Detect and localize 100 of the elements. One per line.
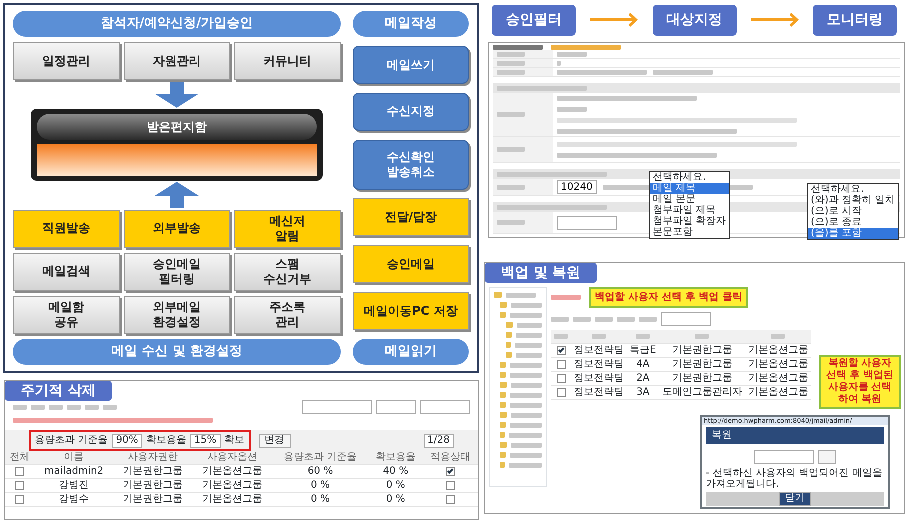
dropdown-field[interactable] bbox=[302, 400, 372, 414]
table-cell: 기본옵션그룹 bbox=[192, 492, 273, 506]
feature-tile: 자원관리 bbox=[124, 42, 230, 80]
blurred-text bbox=[497, 70, 525, 74]
dropdown-field[interactable] bbox=[420, 400, 470, 414]
user-select[interactable] bbox=[754, 450, 814, 464]
table-cell: 강병진 bbox=[34, 478, 114, 492]
status-checkbox[interactable] bbox=[446, 494, 456, 504]
blurred-text bbox=[554, 334, 568, 339]
table-cell: 60 % bbox=[272, 464, 369, 478]
blurred-text bbox=[639, 316, 657, 322]
blurred-text bbox=[636, 334, 650, 339]
row-checkbox[interactable] bbox=[15, 466, 24, 476]
blurred-text bbox=[551, 316, 569, 322]
blurred-text bbox=[516, 322, 542, 328]
dropdown-option[interactable]: 본문포함 bbox=[650, 227, 730, 238]
blurred-text bbox=[497, 112, 525, 117]
dropdown-option[interactable]: 첨부파일 확장자 bbox=[650, 216, 730, 227]
row-checkbox[interactable] bbox=[556, 360, 566, 369]
dropdown-option[interactable]: (으)로 종료 bbox=[808, 217, 898, 228]
dropdown-option[interactable]: 선택하세요. bbox=[808, 184, 898, 195]
blurred-text bbox=[49, 404, 63, 410]
row-checkbox[interactable] bbox=[556, 346, 566, 355]
blurred-text bbox=[497, 220, 525, 225]
threshold-select[interactable]: 90% bbox=[112, 434, 142, 448]
table-cell: 기본옵션그룹 bbox=[192, 464, 273, 478]
section-title: 주기적 삭제 bbox=[5, 381, 112, 401]
blurred-text bbox=[497, 184, 525, 190]
row-checkbox[interactable] bbox=[15, 480, 24, 490]
note-callout: 백업할 사용자 선택 후 백업 클릭 bbox=[589, 287, 748, 308]
size-input[interactable]: 10240 bbox=[557, 180, 597, 194]
dropdown-option[interactable]: (으)로 시작 bbox=[808, 206, 898, 217]
blurred-text bbox=[13, 404, 27, 410]
table-cell: 기본권한그룹 bbox=[113, 492, 193, 506]
table-cell: 강병수 bbox=[34, 492, 114, 506]
table-cell: 2A bbox=[627, 372, 660, 386]
blurred-text bbox=[516, 352, 542, 358]
close-button[interactable]: 닫기 bbox=[779, 492, 811, 506]
right-arrow-icon bbox=[590, 13, 638, 27]
restore-button[interactable] bbox=[818, 450, 836, 464]
dialog-title: 복원 bbox=[706, 427, 884, 444]
feature-tile: 메일검색 bbox=[13, 252, 120, 291]
banner: 메일읽기 bbox=[353, 338, 469, 365]
column-header: 적용상태 bbox=[423, 451, 478, 464]
column-header: 사용자옵션 bbox=[192, 451, 273, 464]
blurred-text bbox=[595, 316, 613, 322]
blurred-text bbox=[85, 404, 99, 410]
blurred-text bbox=[67, 404, 81, 410]
note-callout: 복원할 사용자 선택 후 백업된 사용자를 선택하여 복원 bbox=[819, 355, 901, 409]
dropdown-field[interactable] bbox=[661, 312, 711, 326]
dropdown-list[interactable]: 선택하세요. 메일 제목 메일 본문 첨부파일 제목 첨부파일 확장자 본문포함 bbox=[649, 171, 730, 239]
table-cell: mailadmin2 bbox=[34, 464, 114, 478]
dropdown-option[interactable]: 메일 본문 bbox=[650, 194, 730, 205]
table-cell: 기본옵션그룹 bbox=[745, 358, 812, 372]
dropdown-option[interactable]: (와)과 정확히 일치 bbox=[808, 195, 898, 206]
field-select[interactable] bbox=[557, 216, 617, 230]
table-cell: 4A bbox=[627, 358, 660, 372]
blurred-text bbox=[695, 334, 710, 339]
blurred-text bbox=[557, 60, 561, 66]
banner: 메일작성 bbox=[353, 11, 469, 37]
table-cell: 도메인그룹관리자 bbox=[659, 386, 746, 400]
row-checkbox[interactable] bbox=[15, 494, 24, 504]
feature-tile: 일정관리 bbox=[13, 42, 120, 80]
blurred-text bbox=[771, 334, 786, 339]
feature-tile: 승인메일 bbox=[353, 245, 469, 284]
section-title: 백업 및 복원 bbox=[485, 263, 597, 283]
status-checkbox[interactable] bbox=[446, 480, 456, 490]
blurred-text bbox=[592, 334, 606, 339]
step-box: 대상지정 bbox=[652, 4, 736, 36]
dropdown-option[interactable]: 메일 제목 bbox=[650, 183, 730, 194]
row-checkbox[interactable] bbox=[556, 374, 566, 383]
dropdown-option[interactable]: (을)를 포함 bbox=[808, 228, 898, 239]
blurred-text bbox=[514, 342, 542, 348]
feature-tile: 메일함 공유 bbox=[13, 296, 120, 334]
table-cell: 0 % bbox=[368, 478, 424, 492]
blurred-text bbox=[510, 302, 542, 308]
blurred-text bbox=[551, 45, 621, 50]
feature-tile: 메일이동PC 저장 bbox=[353, 292, 469, 330]
blurred-text bbox=[510, 312, 542, 318]
blurred-text bbox=[103, 404, 117, 410]
table-cell: 정보전략팀 bbox=[571, 358, 627, 372]
change-button[interactable]: 변경 bbox=[258, 434, 291, 448]
field-label: 확보 bbox=[224, 434, 245, 448]
dropdown-option[interactable]: 선택하세요. bbox=[650, 172, 730, 183]
blurred-text bbox=[510, 402, 542, 408]
blurred-text bbox=[557, 106, 587, 112]
column-header: 전체 bbox=[5, 451, 35, 464]
feature-tile: 전달/답장 bbox=[353, 198, 469, 236]
blurred-text bbox=[653, 70, 713, 74]
blurred-text bbox=[510, 362, 542, 368]
page-select[interactable]: 1/28 bbox=[424, 434, 454, 448]
dropdown-field[interactable] bbox=[376, 400, 416, 414]
blurred-text bbox=[510, 372, 542, 378]
row-checkbox[interactable] bbox=[556, 388, 566, 397]
secure-select[interactable]: 15% bbox=[190, 434, 221, 448]
table-cell: 3A bbox=[627, 386, 660, 400]
feature-tile: 스팸 수신거부 bbox=[234, 252, 341, 291]
status-checkbox[interactable] bbox=[446, 466, 456, 476]
dropdown-option[interactable]: 첨부파일 제목 bbox=[650, 205, 730, 216]
dropdown-list[interactable]: 선택하세요. (와)과 정확히 일치 (으)로 시작 (으)로 종료 (을)를 포함 bbox=[807, 183, 900, 240]
